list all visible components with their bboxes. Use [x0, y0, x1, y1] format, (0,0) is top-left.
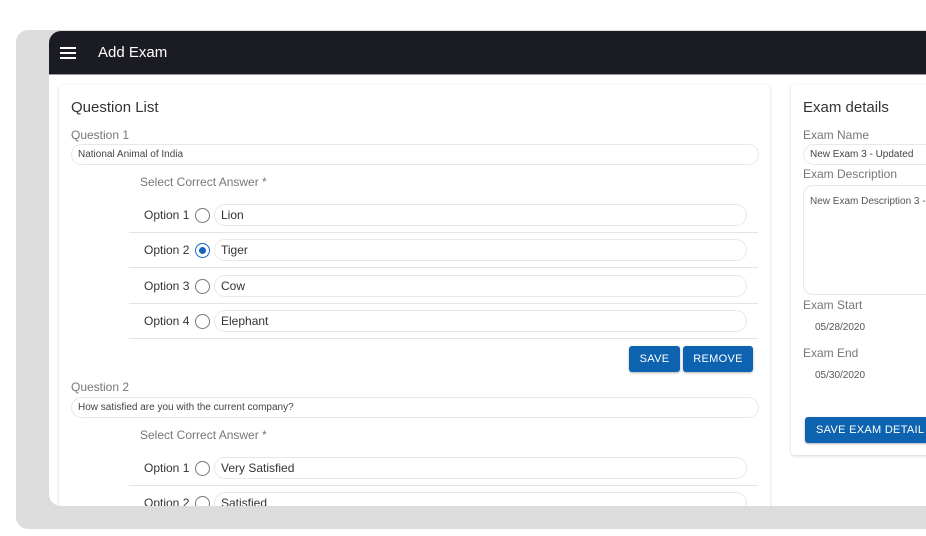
app-title: Add Exam — [98, 44, 168, 61]
option-input[interactable]: Lion — [214, 204, 747, 226]
option-label: Option 3 — [144, 279, 190, 293]
option-label: Option 2 — [144, 243, 190, 257]
option-radio-selected[interactable] — [195, 243, 210, 258]
exam-start-label: Exam Start — [803, 298, 863, 312]
option-input[interactable]: Satisfied — [214, 492, 747, 506]
question-1-select-answer-label: Select Correct Answer * — [140, 175, 267, 189]
option-row: Option 2 Satisfied — [129, 486, 758, 506]
option-radio[interactable] — [195, 279, 210, 294]
exam-name-label: Exam Name — [803, 128, 870, 142]
exam-end-label: Exam End — [803, 346, 859, 360]
option-row: Option 2 Tiger — [129, 233, 758, 268]
option-label: Option 4 — [144, 314, 190, 328]
question-1-label: Question 1 — [71, 128, 130, 142]
save-question-button[interactable]: SAVE — [629, 346, 680, 372]
option-label: Option 2 — [144, 496, 190, 506]
option-radio[interactable] — [195, 208, 210, 223]
exam-details-title: Exam details — [803, 99, 889, 116]
option-label: Option 1 — [144, 208, 190, 222]
option-input[interactable]: Cow — [214, 275, 747, 297]
exam-end-input[interactable]: 05/30/2020 — [815, 370, 865, 381]
option-row: Option 1 Very Satisfied — [129, 451, 758, 486]
option-input[interactable]: Tiger — [214, 239, 747, 261]
question-2-input[interactable]: How satisfied are you with the current c… — [71, 397, 759, 418]
question-1-input[interactable]: National Animal of India — [71, 144, 759, 165]
app-window: Add Exam Question List Question 1 Nation… — [49, 31, 926, 506]
exam-details-card: Exam details Exam Name New Exam 3 - Upda… — [791, 85, 926, 455]
option-input[interactable]: Elephant — [214, 310, 747, 332]
question-list-card: Question List Question 1 National Animal… — [59, 85, 770, 506]
app-bar: Add Exam — [49, 31, 926, 75]
exam-start-input[interactable]: 05/28/2020 — [815, 322, 865, 333]
option-label: Option 1 — [144, 461, 190, 475]
exam-description-textarea[interactable]: New Exam Description 3 - Updated — [803, 185, 926, 295]
save-exam-detail-button[interactable]: SAVE EXAM DETAIL — [805, 417, 926, 443]
option-row: Option 4 Elephant — [129, 304, 758, 339]
option-radio[interactable] — [195, 314, 210, 329]
remove-question-button[interactable]: REMOVE — [683, 346, 753, 372]
option-row: Option 1 Lion — [129, 198, 758, 233]
exam-name-input[interactable]: New Exam 3 - Updated — [803, 144, 926, 165]
question-2-label: Question 2 — [71, 380, 130, 394]
option-radio[interactable] — [195, 496, 210, 506]
question-2-select-answer-label: Select Correct Answer * — [140, 428, 267, 442]
option-radio[interactable] — [195, 461, 210, 476]
hamburger-menu-icon[interactable] — [60, 46, 76, 59]
exam-description-label: Exam Description — [803, 167, 898, 181]
question-list-title: Question List — [71, 99, 159, 116]
option-row: Option 3 Cow — [129, 269, 758, 304]
option-input[interactable]: Very Satisfied — [214, 457, 747, 479]
